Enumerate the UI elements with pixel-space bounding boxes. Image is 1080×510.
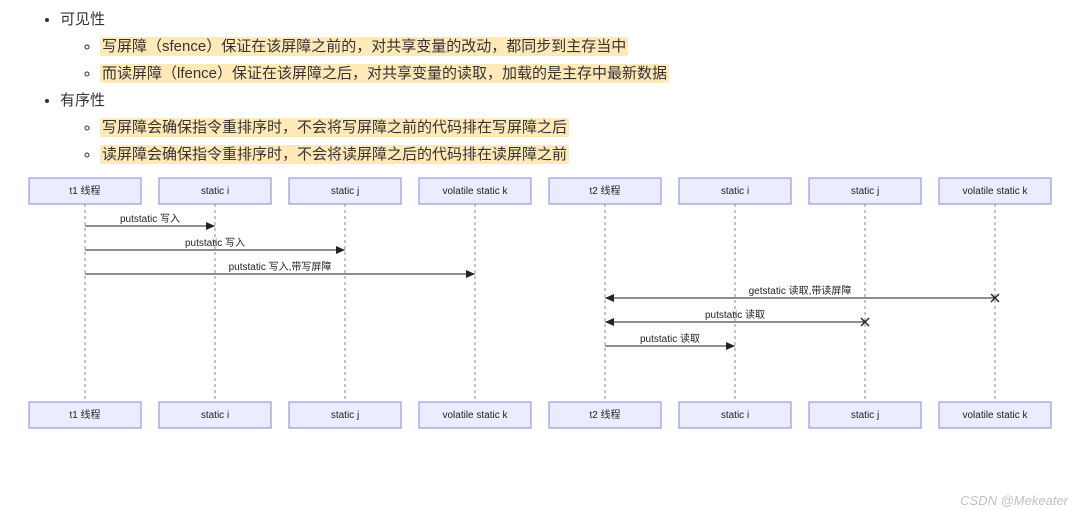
highlighted-text: 读屏障会确保指令重排序时，不会将读屏障之后的代码排在读屏障之前 [100, 145, 569, 164]
sub-item: 而读屏障（lfence）保证在该屏障之后，对共享变量的读取，加载的是主存中最新数… [100, 62, 1070, 83]
bullet-title: 有序性 [60, 92, 105, 109]
svg-text:getstatic 读取,带读屏障: getstatic 读取,带读屏障 [749, 284, 852, 297]
svg-text:static j: static j [331, 186, 359, 197]
highlighted-text: 写屏障（sfence）保证在该屏障之前的，对共享变量的改动，都同步到主存当中 [100, 37, 628, 56]
bullet-ordering: 有序性 写屏障会确保指令重排序时，不会将写屏障之前的代码排在写屏障之后 读屏障会… [60, 89, 1070, 164]
svg-text:t2 线程: t2 线程 [589, 408, 620, 421]
bullet-title: 可见性 [60, 11, 105, 28]
svg-text:volatile static k: volatile static k [962, 410, 1028, 421]
svg-text:static i: static i [721, 186, 749, 197]
svg-text:static i: static i [201, 186, 229, 197]
svg-text:putstatic 写入,带写屏障: putstatic 写入,带写屏障 [229, 260, 332, 273]
sub-item: 写屏障会确保指令重排序时，不会将写屏障之前的代码排在写屏障之后 [100, 116, 1070, 137]
svg-text:putstatic 写入: putstatic 写入 [185, 237, 245, 249]
svg-text:t1 线程: t1 线程 [69, 408, 100, 421]
svg-text:putstatic 写入: putstatic 写入 [120, 213, 180, 225]
sub-item: 写屏障（sfence）保证在该屏障之前的，对共享变量的改动，都同步到主存当中 [100, 35, 1070, 56]
svg-text:static j: static j [851, 186, 879, 197]
svg-text:static i: static i [201, 410, 229, 421]
sub-item: 读屏障会确保指令重排序时，不会将读屏障之后的代码排在读屏障之前 [100, 143, 1070, 164]
highlighted-text: 写屏障会确保指令重排序时，不会将写屏障之前的代码排在写屏障之后 [100, 118, 569, 137]
svg-text:volatile static k: volatile static k [442, 186, 508, 197]
svg-text:putstatic 读取: putstatic 读取 [640, 332, 700, 345]
highlighted-text: 而读屏障（lfence）保证在该屏障之后，对共享变量的读取，加载的是主存中最新数… [100, 64, 669, 83]
sequence-diagram: t1 线程 t1 线程 static i static i static j static… [10, 172, 1070, 437]
svg-text:volatile static k: volatile static k [442, 410, 508, 421]
svg-text:static j: static j [851, 410, 879, 421]
watermark: CSDN @Mekeater [960, 493, 1068, 508]
svg-text:volatile static k: volatile static k [962, 186, 1028, 197]
svg-text:t1 线程: t1 线程 [69, 184, 100, 197]
svg-text:putstatic 读取: putstatic 读取 [705, 308, 765, 321]
svg-text:t2 线程: t2 线程 [589, 184, 620, 197]
svg-text:static i: static i [721, 410, 749, 421]
svg-text:static j: static j [331, 410, 359, 421]
bullet-visibility: 可见性 写屏障（sfence）保证在该屏障之前的，对共享变量的改动，都同步到主存… [60, 8, 1070, 83]
